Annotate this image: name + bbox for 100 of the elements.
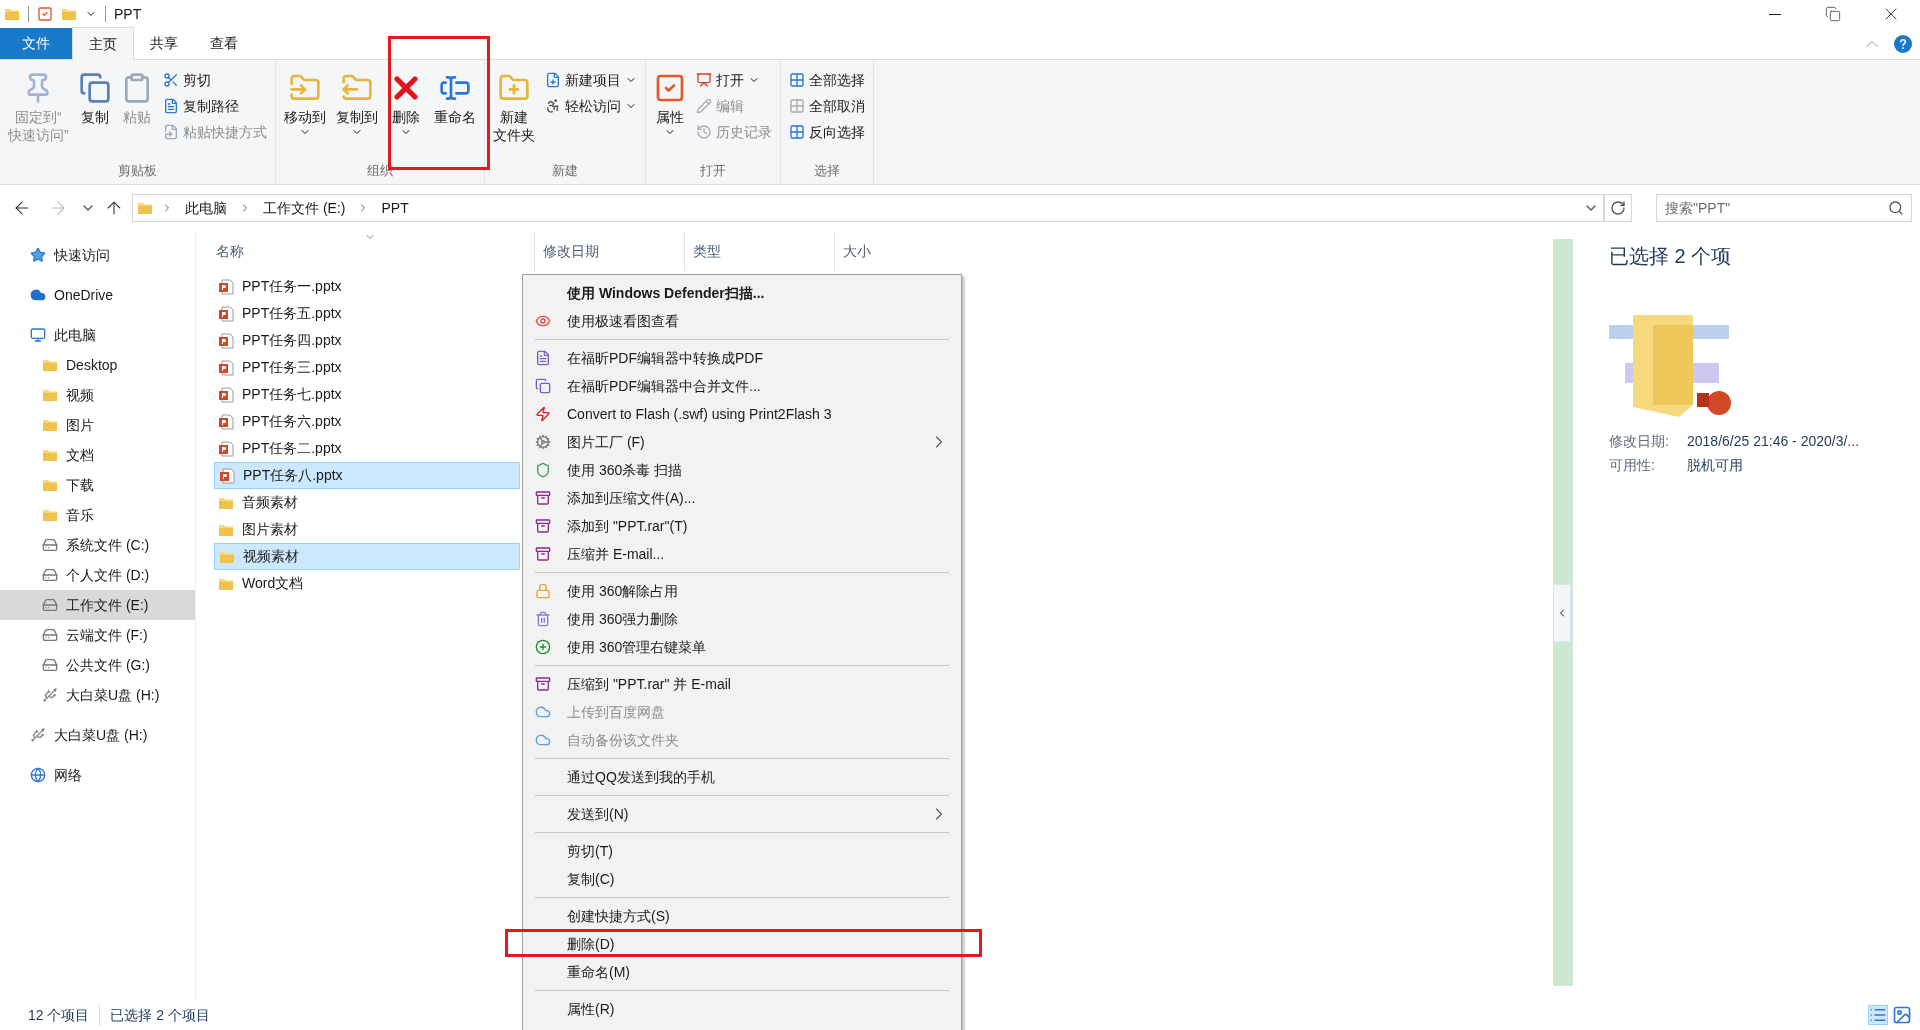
nav-item[interactable]: 图片 <box>0 410 195 440</box>
column-header[interactable]: 修改日期 <box>543 240 599 262</box>
menu-item[interactable]: 图片工厂 (F) <box>535 428 949 456</box>
nav-item[interactable]: 工作文件 (E:) <box>0 590 195 620</box>
file-row[interactable]: 音频素材 <box>214 489 520 516</box>
file-row[interactable]: PPT任务二.pptx <box>214 435 520 462</box>
scissors-icon <box>162 72 179 88</box>
menu-item[interactable]: 在福昕PDF编辑器中转换成PDF <box>535 344 949 372</box>
nav-item[interactable]: 视频 <box>0 380 195 410</box>
folder-icon <box>42 477 58 493</box>
nav-item[interactable]: 公共文件 (G:) <box>0 650 195 680</box>
menu-item[interactable]: 使用 Windows Defender扫描... <box>535 279 949 307</box>
menu-item[interactable]: 删除(D) <box>535 930 949 958</box>
ribbon-button[interactable]: 轻松访问 <box>544 94 637 118</box>
breadcrumb[interactable]: 此电脑 <box>181 197 231 219</box>
menu-item[interactable]: 添加到 "PPT.rar"(T) <box>535 512 949 540</box>
menu-item[interactable]: 复制(C) <box>535 865 949 893</box>
ribbon-button[interactable]: 剪切 <box>162 68 267 92</box>
file-row[interactable]: 视频素材 <box>214 543 520 570</box>
nav-item[interactable]: 快速访问 <box>0 240 195 270</box>
documents-icon <box>535 378 551 394</box>
presentation-icon <box>695 72 712 88</box>
details-view-icon[interactable] <box>1868 1005 1888 1025</box>
ribbon-button[interactable]: 全部选择 <box>788 68 865 92</box>
archive-icon <box>535 490 551 506</box>
address-field[interactable]: 此电脑 工作文件 (E:) PPT <box>132 194 1604 222</box>
menu-item[interactable]: 压缩并 E-mail... <box>535 540 949 568</box>
archive-icon <box>535 546 551 562</box>
column-header[interactable]: 类型 <box>693 240 721 262</box>
file-row[interactable]: PPT任务五.pptx <box>214 300 520 327</box>
ribbon-button[interactable]: 复制到 <box>331 66 382 161</box>
menu-item[interactable]: 压缩到 "PPT.rar" 并 E-mail <box>535 670 949 698</box>
ribbon-button[interactable]: 重命名 <box>429 66 480 161</box>
column-header[interactable]: 名称 <box>216 240 244 262</box>
breadcrumb[interactable]: PPT <box>377 197 413 219</box>
nav-item[interactable]: 下载 <box>0 470 195 500</box>
ribbon-button[interactable]: 复制 <box>74 66 115 161</box>
file-row[interactable]: PPT任务四.pptx <box>214 327 520 354</box>
menu-item[interactable]: 剪切(T) <box>535 837 949 865</box>
ribbon-button[interactable]: 删除 <box>383 66 428 161</box>
usb-drive-icon <box>42 687 58 703</box>
file-row[interactable]: PPT任务七.pptx <box>214 381 520 408</box>
ribbon-button[interactable]: 属性 <box>649 66 690 161</box>
ribbon-tab[interactable]: 查看 <box>194 28 254 59</box>
file-row[interactable]: PPT任务三.pptx <box>214 354 520 381</box>
nav-item[interactable]: OneDrive <box>0 280 195 310</box>
ribbon-tab[interactable]: 共享 <box>134 28 194 59</box>
breadcrumb[interactable]: 工作文件 (E:) <box>259 197 350 219</box>
menu-item[interactable]: 使用极速看图查看 <box>535 307 949 335</box>
refresh-button[interactable] <box>1604 194 1632 222</box>
menu-item[interactable]: Convert to Flash (.swf) using Print2Flash 3 <box>535 400 949 428</box>
property-value: 脱机可用 <box>1687 456 1743 475</box>
file-row[interactable]: 图片素材 <box>214 516 520 543</box>
nav-item[interactable]: 音乐 <box>0 500 195 530</box>
nav-item[interactable]: 大白菜U盘 (H:) <box>0 680 195 710</box>
nav-item[interactable]: 系统文件 (C:) <box>0 530 195 560</box>
ribbon-button[interactable]: 新建 文件夹 <box>488 66 539 161</box>
ribbon-button[interactable]: 复制路径 <box>162 94 267 118</box>
file-row[interactable]: PPT任务一.pptx <box>214 273 520 300</box>
ribbon-tab[interactable]: 主页 <box>72 27 134 60</box>
nav-item[interactable]: 云端文件 (F:) <box>0 620 195 650</box>
menu-item[interactable]: 属性(R) <box>535 995 949 1023</box>
help-icon[interactable] <box>1894 34 1912 53</box>
file-row[interactable]: PPT任务八.pptx <box>214 462 520 489</box>
edit-icon <box>695 98 712 114</box>
ribbon-button[interactable]: 反向选择 <box>788 120 865 144</box>
nav-item[interactable]: 文档 <box>0 440 195 470</box>
thumbnail-view-icon[interactable] <box>1892 1005 1912 1025</box>
ribbon-button[interactable]: 打开 <box>695 68 772 92</box>
ribbon-button[interactable]: 全部取消 <box>788 94 865 118</box>
menu-item[interactable]: 使用 360杀毒 扫描 <box>535 456 949 484</box>
menu-item[interactable]: 在福昕PDF编辑器中合并文件... <box>535 372 949 400</box>
menu-item[interactable]: 使用 360解除占用 <box>535 577 949 605</box>
properties-check-icon[interactable] <box>37 6 53 22</box>
ribbon-button[interactable]: 移动到 <box>279 66 330 161</box>
menu-item[interactable]: 添加到压缩文件(A)... <box>535 484 949 512</box>
eye-icon <box>535 313 551 329</box>
file-row[interactable]: Word文档 <box>214 570 520 597</box>
details-title: 已选择 2 个项 <box>1609 244 1733 269</box>
star-icon <box>30 247 46 263</box>
nav-item[interactable]: 此电脑 <box>0 320 195 350</box>
nav-item[interactable]: 网络 <box>0 760 195 790</box>
menu-item[interactable]: 发送到(N) <box>535 800 949 828</box>
ribbon-tab[interactable]: 文件 <box>0 28 72 59</box>
nav-item[interactable]: 大白菜U盘 (H:) <box>0 720 195 750</box>
menu-item[interactable]: 重命名(M) <box>535 958 949 986</box>
ribbon-button[interactable]: 新建项目 <box>544 68 637 92</box>
menu-item[interactable]: 使用 360管理右键菜单 <box>535 633 949 661</box>
file-row[interactable]: PPT任务六.pptx <box>214 408 520 435</box>
presentation-file-icon <box>219 467 235 484</box>
column-header[interactable]: 大小 <box>843 240 871 262</box>
search-field[interactable]: 搜索"PPT" <box>1656 194 1912 222</box>
nav-item[interactable]: 个人文件 (D:) <box>0 560 195 590</box>
menu-item[interactable]: 使用 360强力删除 <box>535 605 949 633</box>
menu-item[interactable]: 创建快捷方式(S) <box>535 902 949 930</box>
pane-toggle-button[interactable] <box>1553 583 1571 642</box>
nav-item[interactable]: Desktop <box>0 350 195 380</box>
folder-icon <box>4 6 20 22</box>
menu-item[interactable]: 通过QQ发送到我的手机 <box>535 763 949 791</box>
archive-icon <box>535 676 551 692</box>
